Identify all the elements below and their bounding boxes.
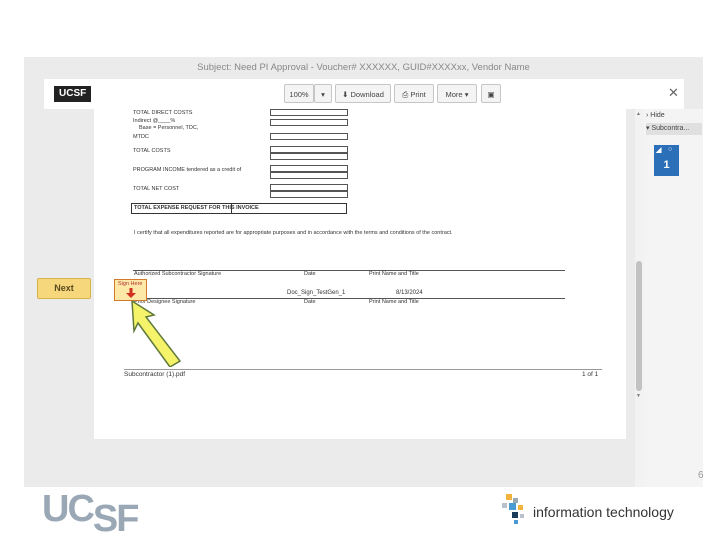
chevron-right-icon: › (646, 112, 649, 119)
it-logo-icon (502, 494, 524, 524)
printer-icon: ⎙ (402, 90, 409, 99)
sign-here-arrow-icon (126, 288, 136, 298)
row-label: TOTAL DIRECT COSTS (133, 110, 193, 116)
page-badge: 1 (663, 159, 670, 171)
amount-cell (270, 165, 348, 172)
total-expense-label: TOTAL EXPENSE REQUEST FOR THIS INVOICE (134, 205, 259, 211)
chevron-down-icon: ▾ (646, 125, 650, 132)
sign-here-label: Sign Here (118, 281, 143, 287)
amount-cell (270, 146, 348, 153)
certification-text: I certify that all expenditures reported… (134, 230, 453, 236)
row-label: Base = Personnel, TDC, (139, 125, 199, 131)
date-label: Date (304, 271, 316, 277)
sign-here-tag[interactable]: Sign Here (114, 279, 147, 301)
slide-number: 6 (698, 470, 704, 481)
chevron-down-icon: ▾ (321, 90, 325, 99)
pointer-arrow-icon (131, 301, 182, 367)
fit-page-button[interactable]: ▣ (481, 84, 501, 103)
signer-name: Doc_Sign_TestGen_1 (287, 290, 346, 296)
pi-date-label: Date (304, 299, 316, 305)
row-label: PROGRAM INCOME tendered as a credit of (133, 167, 242, 173)
print-button[interactable]: ⎙ Print (394, 84, 434, 103)
download-button[interactable]: ⬇ Download (335, 84, 391, 103)
document-tab[interactable]: ▾ Subcontra... (646, 123, 702, 135)
fit-page-icon: ▣ (487, 90, 495, 99)
signature-label: Authorized Subcontractor Signature (134, 271, 222, 277)
row-label: Indirect @____% (133, 118, 176, 124)
zoom-select[interactable]: 100% (284, 84, 314, 103)
ucsf-footer-logo: UCSF (42, 488, 139, 540)
document-scrollbar[interactable]: ▲ ▼ (635, 109, 644, 487)
it-label: information technology (533, 504, 674, 520)
download-icon: ⬇ (342, 90, 349, 99)
amount-cell (270, 119, 348, 126)
pi-name-title-label: Print Name and Title (369, 299, 419, 305)
document-tab-label: Subcontra... (651, 125, 690, 132)
hide-panel-button[interactable]: › Hide (646, 110, 702, 122)
page-thumbnail[interactable]: ◢ ○ 1 (654, 145, 679, 176)
thumbnail-panel: › Hide ▾ Subcontra... ◢ ○ 1 (644, 109, 703, 487)
amount-cell (270, 153, 348, 160)
amount-cell (270, 109, 348, 116)
amount-cell (270, 191, 348, 198)
close-icon[interactable]: ✕ (668, 85, 679, 101)
viewer-toolbar: UCSF 100% ▾ ⬇ Download ⎙ Print More ▾ ▣ … (44, 79, 684, 110)
ucsf-logo: UCSF (54, 86, 92, 102)
row-label: MTDC (133, 134, 149, 140)
amount-cell (270, 184, 348, 191)
more-button[interactable]: More ▾ (437, 84, 477, 103)
zoom-dropdown[interactable]: ▾ (314, 84, 332, 103)
amount-cell (270, 133, 348, 140)
download-label: Download (350, 90, 384, 99)
pi-signature-line (133, 298, 565, 299)
name-title-label: Print Name and Title (369, 271, 419, 277)
row-label: TOTAL COSTS (133, 148, 171, 154)
row-label: TOTAL NET COST (133, 186, 180, 192)
sign-date: 8/13/2024 (396, 290, 423, 296)
amount-cell (270, 172, 348, 179)
scroll-up-icon[interactable]: ▲ (636, 111, 641, 117)
more-label: More (445, 90, 463, 99)
triangle-icon: ◢ (656, 147, 662, 154)
next-button[interactable]: Next (37, 278, 91, 299)
page-count: 1 of 1 (582, 371, 599, 378)
scroll-down-icon[interactable]: ▼ (636, 393, 641, 399)
email-subject: Subject: Need PI Approval - Voucher# XXX… (197, 62, 530, 73)
document-page: TOTAL DIRECT COSTS Indirect @____% Base … (94, 109, 626, 439)
docusign-window: Subject: Need PI Approval - Voucher# XXX… (24, 57, 703, 487)
circle-icon: ○ (668, 146, 673, 153)
footer-divider (124, 369, 602, 370)
chevron-down-icon: ▾ (464, 90, 469, 99)
print-label: Print (410, 90, 426, 99)
scrollbar-thumb[interactable] (636, 261, 642, 391)
hide-label: Hide (650, 112, 665, 119)
file-name: Subcontractor (1).pdf (124, 371, 186, 378)
